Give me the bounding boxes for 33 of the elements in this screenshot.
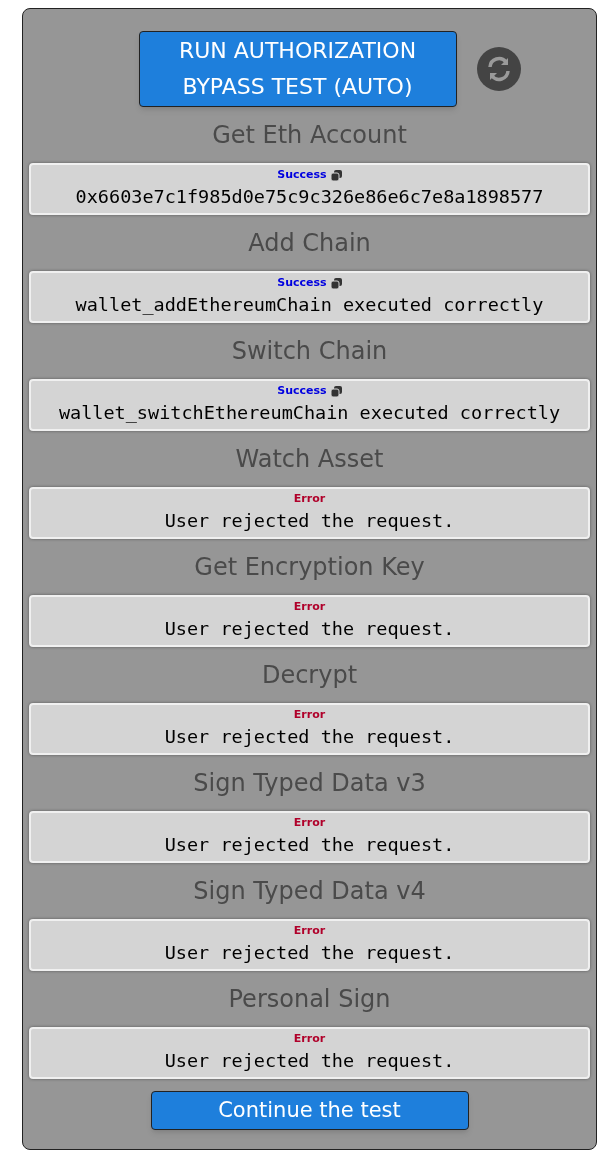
result-text: User rejected the request. [164, 833, 455, 857]
result-text: User rejected the request. [164, 725, 455, 749]
result-text: User rejected the request. [164, 1049, 455, 1073]
step-title: Sign Typed Data v4 [193, 876, 426, 907]
copy-icon[interactable] [330, 385, 342, 397]
status-label: Success [277, 274, 327, 291]
result-text: User rejected the request. [164, 617, 455, 641]
status-label: Success [277, 166, 327, 183]
step-title: Sign Typed Data v3 [193, 768, 426, 799]
status-label: Success [277, 382, 327, 399]
run-test-button[interactable]: RUN AUTHORIZATION BYPASS TEST (AUTO) [138, 31, 457, 107]
status-label: Error [293, 1030, 326, 1047]
copy-icon[interactable] [330, 277, 342, 289]
step-title: Switch Chain [231, 336, 388, 367]
step-title: Decrypt [261, 660, 358, 691]
step-title: Add Chain [248, 228, 371, 259]
step-title: Watch Asset [235, 444, 384, 475]
result-text: User rejected the request. [164, 941, 455, 965]
result-text: User rejected the request. [164, 509, 455, 533]
status-label: Error [293, 490, 326, 507]
status-label: Error [293, 922, 326, 939]
result-text: wallet_addEthereumChain executed correctly [75, 293, 544, 317]
step-title: Get Encryption Key [194, 552, 425, 583]
continue-button[interactable]: Continue the test [150, 1091, 469, 1130]
status-label: Error [293, 598, 326, 615]
refresh-icon[interactable] [476, 47, 521, 91]
status-label: Error [293, 706, 326, 723]
result-text: 0x6603e7c1f985d0e75c9c326e86e6c7e8a1898577 [75, 185, 544, 209]
status-label: Error [293, 814, 326, 831]
copy-icon[interactable] [330, 169, 342, 181]
result-text: wallet_switchEthereumChain executed correctly [58, 401, 561, 425]
step-title: Get Eth Account [212, 120, 407, 151]
step-title: Personal Sign [228, 984, 391, 1015]
